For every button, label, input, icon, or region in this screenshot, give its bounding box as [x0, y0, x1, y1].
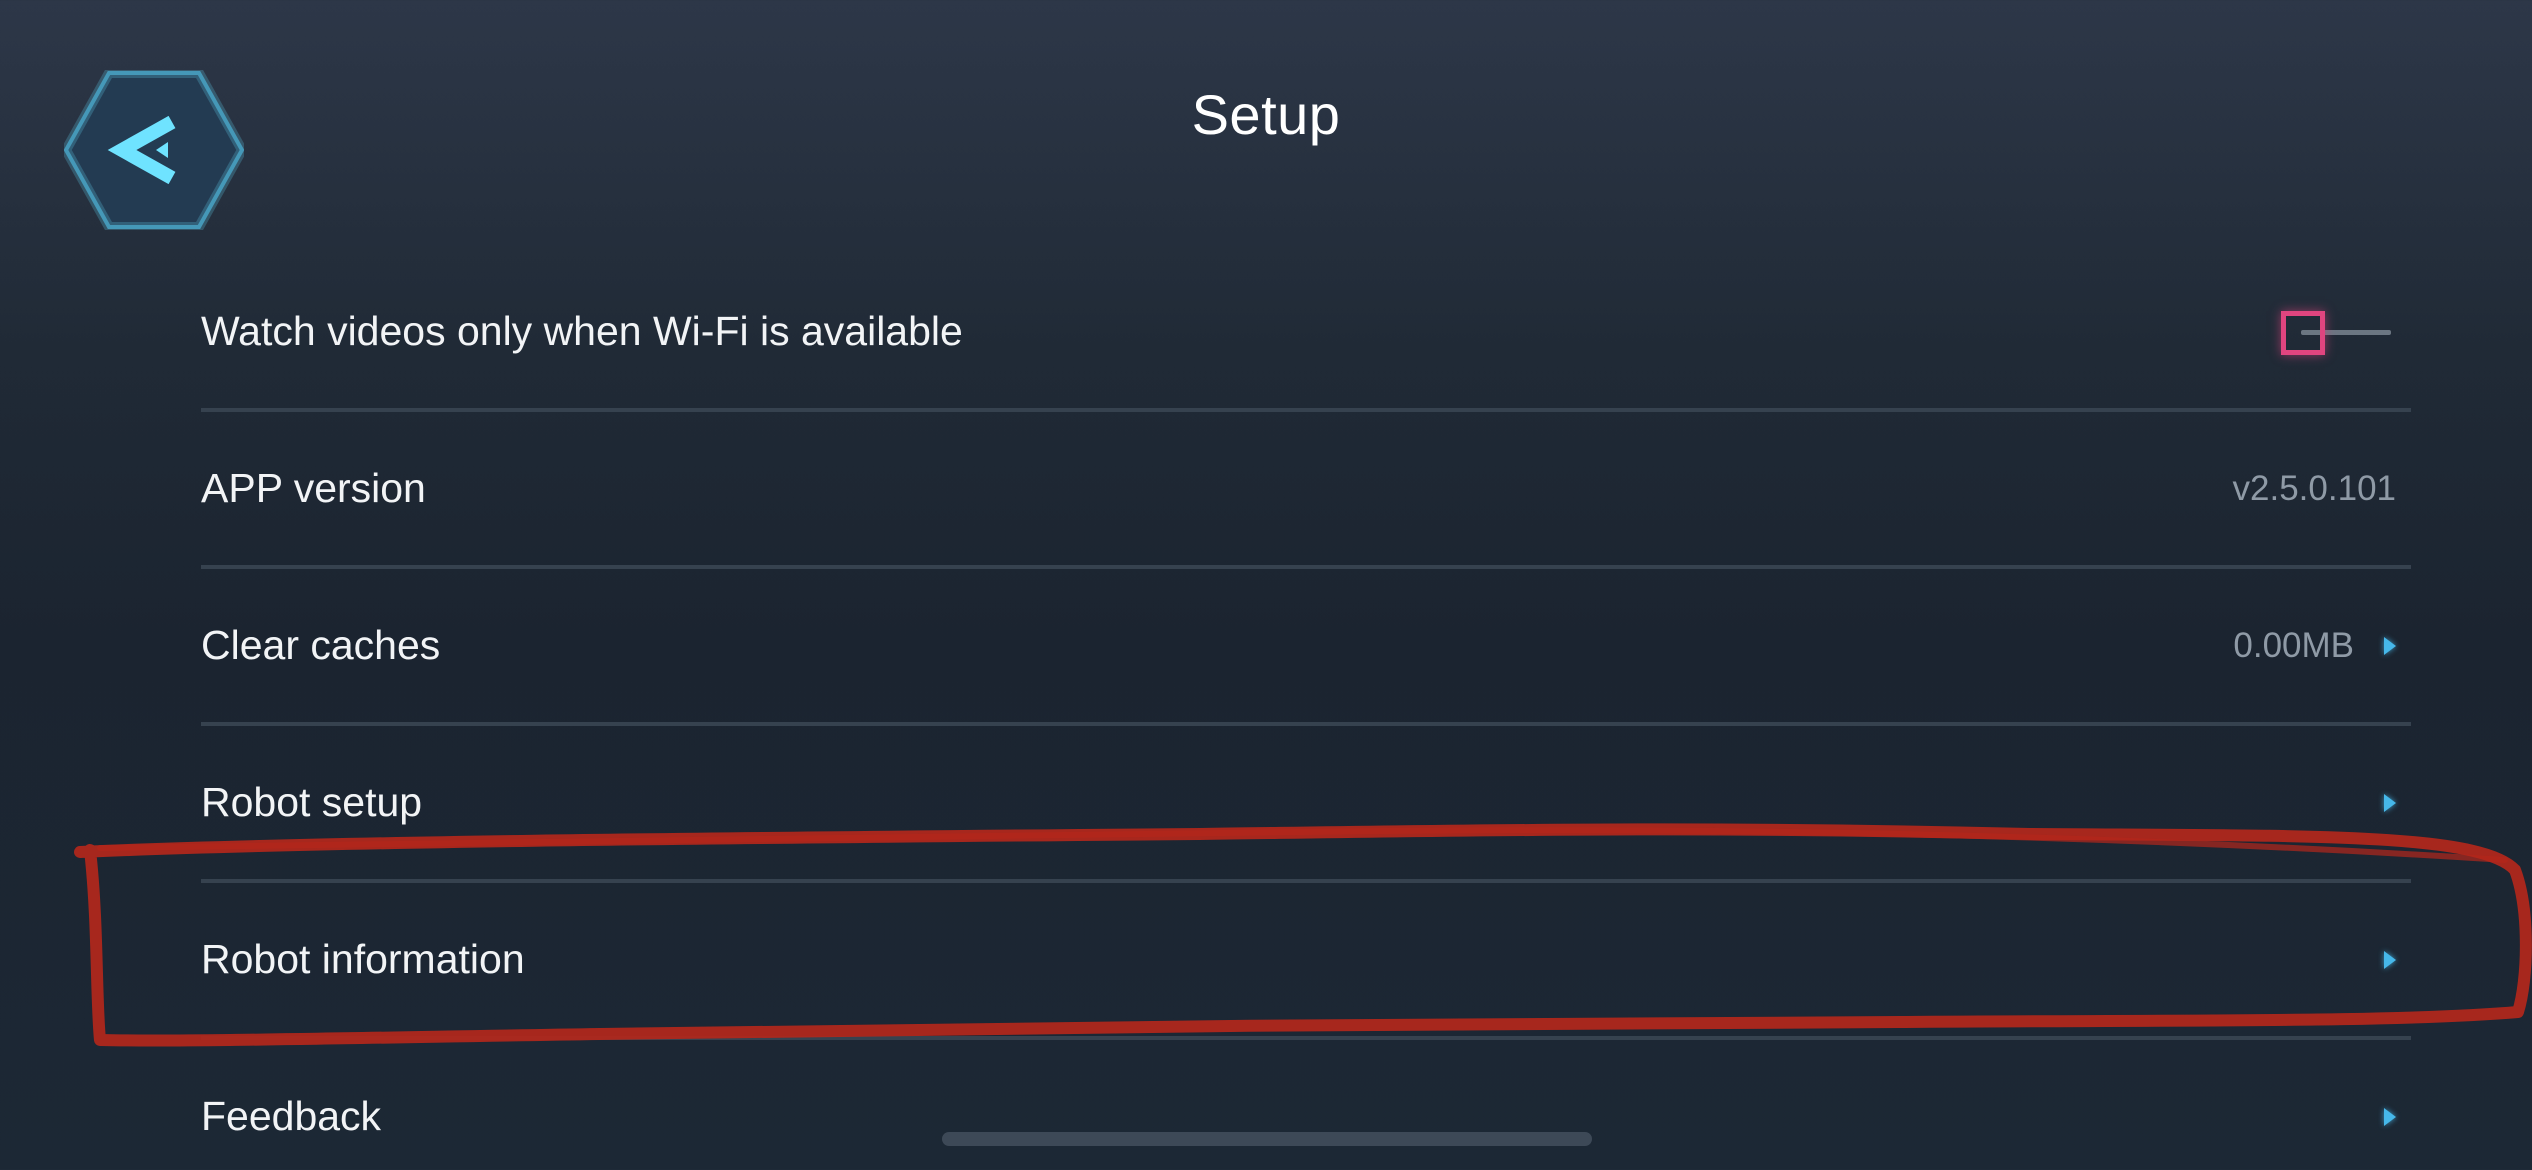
toggle-knob [2281, 310, 2325, 355]
clear-caches-right: 0.00MB [2233, 626, 2411, 666]
app-version-value: v2.5.0.101 [2232, 468, 2396, 508]
setting-row-app-version: APP version v2.5.0.101 [201, 412, 2411, 569]
setting-row-clear-caches[interactable]: Clear caches 0.00MB [201, 569, 2411, 726]
chevron-right-icon [2384, 950, 2396, 969]
feedback-label: Feedback [201, 1093, 382, 1139]
robot-setup-right [2384, 793, 2411, 812]
settings-list: Watch videos only when Wi-Fi is availabl… [201, 255, 2411, 1170]
setting-row-robot-setup[interactable]: Robot setup [201, 726, 2411, 883]
robot-information-label: Robot information [201, 936, 525, 982]
app-version-right: v2.5.0.101 [2233, 469, 2411, 509]
home-indicator[interactable] [942, 1132, 1592, 1146]
chevron-right-icon [2384, 1107, 2396, 1126]
clear-caches-label: Clear caches [201, 622, 441, 668]
chevron-right-icon [2384, 636, 2396, 655]
setting-row-robot-information[interactable]: Robot information [201, 883, 2411, 1040]
cache-size-value: 0.00MB [2233, 625, 2354, 665]
robot-setup-label: Robot setup [201, 779, 423, 825]
page-title: Setup [1191, 83, 1341, 146]
setting-row-wifi-only: Watch videos only when Wi-Fi is availabl… [201, 255, 2411, 412]
robot-information-right [2384, 950, 2411, 969]
setting-row-feedback[interactable]: Feedback [201, 1040, 2411, 1170]
app-version-label: APP version [201, 465, 426, 511]
wifi-only-toggle[interactable] [2281, 307, 2391, 357]
wifi-only-label: Watch videos only when Wi-Fi is availabl… [201, 308, 963, 354]
chevron-right-icon [2384, 793, 2396, 812]
feedback-right [2384, 1107, 2411, 1126]
